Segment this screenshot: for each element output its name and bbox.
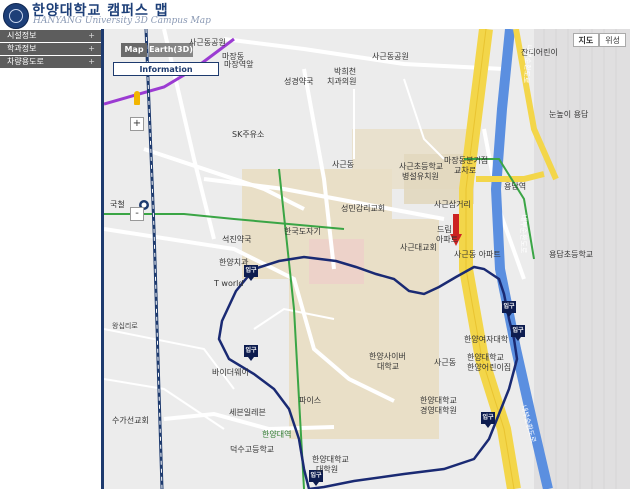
map-label: 사근삼거리 <box>434 200 471 209</box>
zoom-out-button[interactable]: - <box>130 207 144 221</box>
map-label: 눈높이 용답 <box>549 110 589 119</box>
map-label: 한국도자기 <box>284 227 321 236</box>
map-label: 석진약국 <box>222 235 252 244</box>
map-satellite-toggle: 지도 위성 <box>572 33 626 47</box>
map-label: 대학원 <box>316 465 339 474</box>
header: 한양대학교 캠퍼스 맵 HANYANG University 3D Campus… <box>0 0 630 29</box>
map-label: 용답역 <box>504 182 527 191</box>
map-label: 사근동 아파트 <box>454 250 501 259</box>
map-label: 덕수고등학교 <box>230 445 275 454</box>
map-label: 병설유치원 <box>402 172 439 181</box>
toggle-satellite-button[interactable]: 위성 <box>599 33 626 47</box>
map-label: 국철 <box>110 200 125 209</box>
map-label: 사근동공원 <box>372 52 409 61</box>
map-label: 용답초등학교 <box>549 250 594 259</box>
side-menu: 시설정보 + 학과정보 + 차량용도로 + <box>0 30 101 69</box>
map-frame[interactable]: Map Earth(3D) Information + - 지도 위성 입구 입… <box>101 29 630 489</box>
menu-item-departments[interactable]: 학과정보 + <box>0 43 101 55</box>
map-type-earth-button[interactable]: Earth(3D) <box>149 43 193 57</box>
menu-item-label: 학과정보 <box>7 44 37 53</box>
map-label: 파이스 <box>299 396 322 405</box>
entrance-pin-icon[interactable]: 입구 <box>511 325 525 341</box>
pegman-icon[interactable] <box>134 91 140 105</box>
map-label: 바이더웨이 <box>212 368 249 377</box>
map-label: 왕십리로 <box>112 322 138 330</box>
map-label: 수가선교회 <box>112 416 149 425</box>
zoom-control: + - <box>130 87 144 221</box>
entrance-pin-icon[interactable]: 입구 <box>502 301 516 317</box>
map-label: 교차로 <box>454 166 477 175</box>
entrance-pin-icon[interactable]: 입구 <box>481 412 495 428</box>
map-label: 한양여자대학 <box>464 335 509 344</box>
map-label: 내부순환도로 <box>519 214 528 254</box>
left-panel <box>0 69 101 489</box>
map-label: T world <box>214 279 244 288</box>
map-label: 치과의원 <box>327 77 357 86</box>
menu-item-label: 시설정보 <box>7 31 37 40</box>
map-type-map-button[interactable]: Map <box>121 43 147 57</box>
university-logo-icon[interactable] <box>3 3 29 29</box>
map-label: 경영대학원 <box>420 406 457 415</box>
map-label: 한양어린이집 <box>467 363 512 372</box>
menu-item-facilities[interactable]: 시설정보 + <box>0 30 101 42</box>
map-label: 대학교 <box>377 362 400 371</box>
information-button[interactable]: Information <box>113 62 219 76</box>
toggle-map-button[interactable]: 지도 <box>572 33 600 47</box>
map-label: 성경약국 <box>284 77 314 86</box>
page-subtitle: HANYANG University 3D Campus Map <box>33 16 211 26</box>
plus-icon: + <box>88 57 95 66</box>
map-label: SK주유소 <box>232 130 265 139</box>
map-label: 성민감리교회 <box>341 204 386 213</box>
map-label: 사근대교회 <box>400 243 437 252</box>
zoom-in-button[interactable]: + <box>130 117 144 131</box>
map-label: 사근동 <box>332 160 355 169</box>
plus-icon: + <box>88 44 95 53</box>
plus-icon: + <box>88 31 95 40</box>
map-label: 세븐일레븐 <box>229 408 266 417</box>
map-label: 아파트 <box>436 235 459 244</box>
map-label: 한양대역 <box>262 430 292 439</box>
menu-item-vehicle-roads[interactable]: 차량용도로 + <box>0 56 101 68</box>
map-label: 사근동공원 <box>189 38 226 47</box>
menu-item-label: 차량용도로 <box>7 57 44 66</box>
map-label: 한양치과 <box>219 258 249 267</box>
map-label: 마장역앞 <box>224 60 254 69</box>
map-label: 사근동 <box>434 358 457 367</box>
entrance-pin-icon[interactable]: 입구 <box>244 345 258 361</box>
